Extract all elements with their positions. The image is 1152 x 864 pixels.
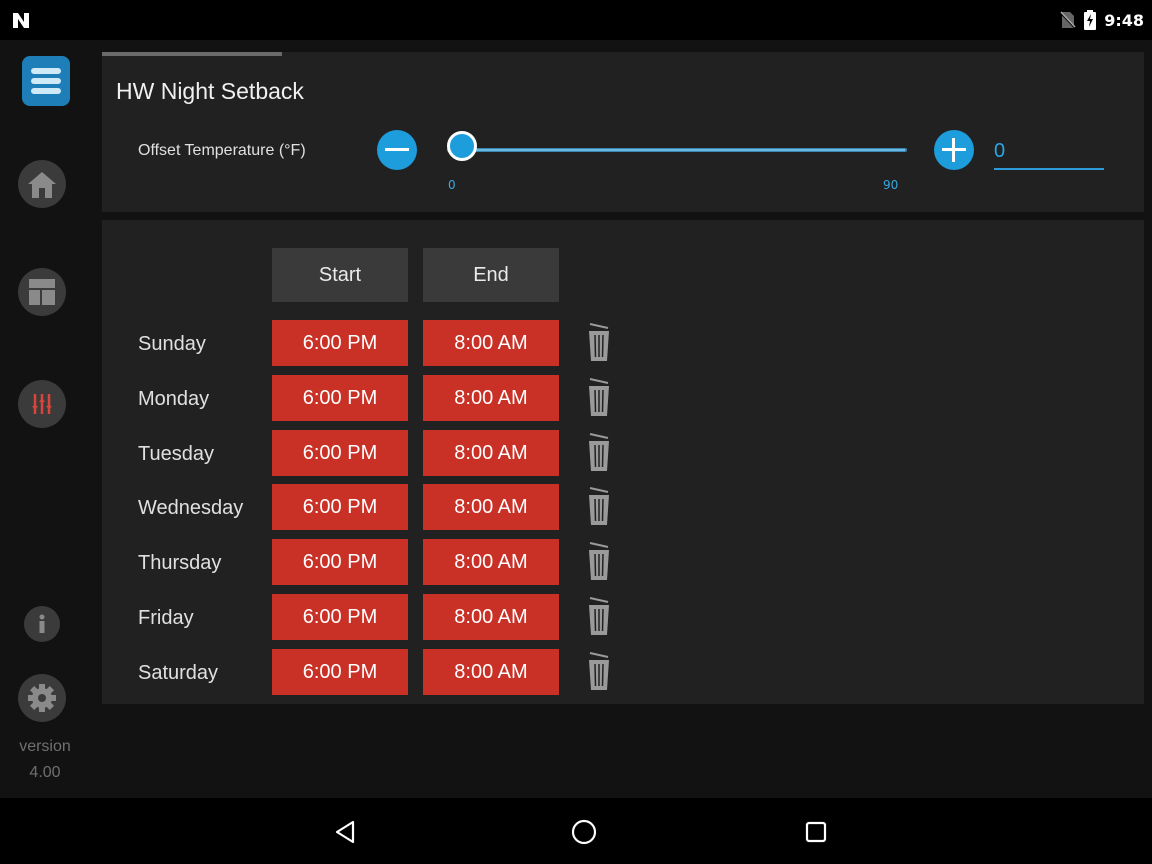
schedule-card: Start End Sunday 6:00 PM 8:00 AM Monday 6:00… — [102, 220, 1144, 704]
day-label: Friday — [138, 607, 194, 629]
info-icon — [39, 614, 45, 633]
start-time-button[interactable]: 6:00 PM — [272, 430, 408, 476]
start-time-button[interactable]: 6:00 PM — [272, 539, 408, 585]
system-nav-bar — [0, 798, 1152, 864]
day-label: Thursday — [138, 552, 222, 574]
slider-thumb-core — [454, 138, 470, 154]
start-time-button[interactable]: 6:00 PM — [272, 594, 408, 640]
day-label: Wednesday — [138, 497, 244, 519]
minus-icon — [385, 148, 409, 151]
day-label: Monday — [138, 388, 210, 410]
schedule-row: Friday 6:00 PM 8:00 AM — [102, 594, 662, 642]
page-title: HW Night Setback — [116, 78, 304, 104]
home-circle-icon — [571, 819, 597, 845]
schedule-row: Wednesday 6:00 PM 8:00 AM — [102, 484, 662, 532]
start-time-button[interactable]: 6:00 PM — [272, 484, 408, 530]
end-time-button[interactable]: 8:00 AM — [423, 375, 559, 421]
trash-icon[interactable] — [586, 321, 612, 363]
slider-min-label: 0 — [448, 178, 456, 192]
sliders-icon — [32, 394, 52, 414]
end-time-button[interactable]: 8:00 AM — [423, 430, 559, 476]
offset-slider[interactable] — [447, 143, 907, 157]
end-time-button[interactable]: 8:00 AM — [423, 539, 559, 585]
end-time-button[interactable]: 8:00 AM — [423, 484, 559, 530]
schedule-row: Sunday 6:00 PM 8:00 AM — [102, 320, 662, 368]
back-button[interactable] — [330, 816, 362, 848]
trash-icon[interactable] — [586, 431, 612, 473]
start-time-button[interactable]: 6:00 PM — [272, 375, 408, 421]
schedule-row: Thursday 6:00 PM 8:00 AM — [102, 539, 662, 587]
sidebar: version 4.00 — [0, 40, 90, 798]
end-time-button[interactable]: 8:00 AM — [423, 594, 559, 640]
start-time-button[interactable]: 6:00 PM — [272, 320, 408, 366]
settings-button[interactable] — [18, 674, 66, 722]
schedule-row: Tuesday 6:00 PM 8:00 AM — [102, 430, 662, 478]
trash-icon[interactable] — [586, 540, 612, 582]
menu-button[interactable] — [22, 56, 70, 106]
menu-icon — [31, 68, 61, 94]
end-column-header: End — [423, 248, 559, 302]
battery-charging-icon — [1084, 10, 1097, 30]
home-button[interactable] — [18, 160, 66, 208]
gear-icon — [28, 684, 56, 712]
status-bar: 9:48 — [0, 0, 1152, 40]
trash-icon[interactable] — [586, 376, 612, 418]
start-time-button[interactable]: 6:00 PM — [272, 649, 408, 695]
main-content: HW Night Setback Offset Temperature (°F)… — [90, 40, 1152, 798]
slider-max-label: 90 — [883, 178, 899, 192]
adjustments-button[interactable] — [18, 380, 66, 428]
start-column-header: Start — [272, 248, 408, 302]
dashboard-button[interactable] — [18, 268, 66, 316]
day-label: Saturday — [138, 662, 219, 684]
offset-value-field[interactable] — [994, 134, 1104, 170]
recents-icon — [805, 821, 827, 843]
decrease-button[interactable] — [377, 130, 417, 170]
schedule-row: Monday 6:00 PM 8:00 AM — [102, 375, 662, 423]
increase-button[interactable] — [934, 130, 974, 170]
system-home-button[interactable] — [568, 816, 600, 848]
trash-icon[interactable] — [586, 485, 612, 527]
offset-value-input[interactable] — [994, 134, 1104, 168]
clock: 9:48 — [1104, 10, 1144, 30]
no-sim-icon — [1060, 11, 1076, 29]
home-icon — [28, 172, 56, 198]
offset-card: HW Night Setback Offset Temperature (°F)… — [102, 52, 1144, 212]
day-label: Tuesday — [138, 443, 214, 465]
dashboard-icon — [29, 279, 55, 305]
day-label: Sunday — [138, 333, 206, 355]
tab-indicator — [102, 52, 282, 56]
back-icon — [335, 820, 355, 844]
trash-icon[interactable] — [586, 595, 612, 637]
slider-thumb[interactable] — [447, 131, 477, 161]
offset-temperature-label: Offset Temperature (°F) — [138, 142, 306, 159]
info-button[interactable] — [24, 606, 60, 642]
version-number: 4.00 — [29, 764, 61, 781]
n-logo-icon — [13, 13, 29, 28]
end-time-button[interactable]: 8:00 AM — [423, 320, 559, 366]
trash-icon[interactable] — [586, 650, 612, 692]
end-time-button[interactable]: 8:00 AM — [423, 649, 559, 695]
recents-button[interactable] — [800, 816, 832, 848]
plus-icon — [952, 138, 955, 162]
version-label: version — [19, 738, 71, 755]
schedule-row: Saturday 6:00 PM 8:00 AM — [102, 649, 662, 697]
slider-track-highlight — [457, 149, 905, 151]
